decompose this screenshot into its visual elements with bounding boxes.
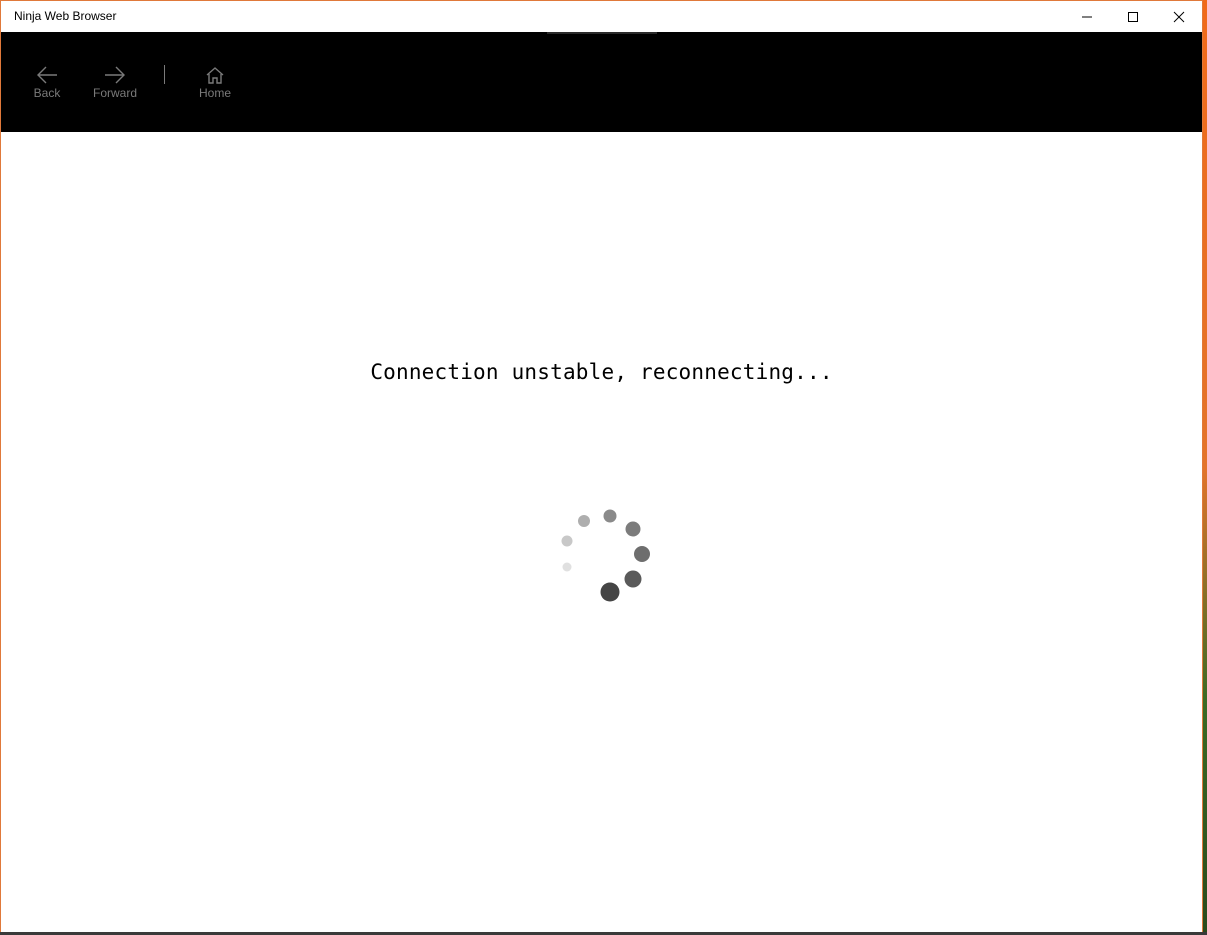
desktop-background-edge [1203, 0, 1207, 935]
spinner-dot [561, 535, 573, 547]
forward-button[interactable]: Forward [87, 56, 143, 116]
window-title: Ninja Web Browser [14, 9, 117, 23]
browser-window: Ninja Web Browser Back Forward Home Conn… [0, 0, 1203, 933]
page-content: Connection unstable, reconnecting... [1, 132, 1202, 932]
spinner-dot [603, 509, 617, 523]
close-button[interactable] [1156, 1, 1202, 32]
home-button[interactable]: Home [191, 56, 239, 116]
title-bar[interactable]: Ninja Web Browser [1, 1, 1202, 32]
spinner-dot [634, 546, 650, 562]
home-label: Home [198, 86, 231, 100]
arrow-left-icon [37, 66, 57, 84]
status-message: Connection unstable, reconnecting... [370, 360, 833, 384]
minimize-button[interactable] [1064, 1, 1110, 32]
app-bar-separator [164, 65, 165, 84]
loading-spinner-icon [561, 509, 650, 602]
forward-label: Forward [92, 86, 137, 100]
maximize-icon [1128, 12, 1138, 22]
minimize-icon [1082, 16, 1092, 18]
spinner-dot [578, 515, 590, 527]
spinner-dot [600, 582, 620, 602]
arrow-right-icon [105, 66, 125, 84]
maximize-button[interactable] [1110, 1, 1156, 32]
back-label: Back [33, 86, 61, 100]
app-bar: Back Forward Home [1, 32, 1202, 132]
spinner-dot [624, 570, 642, 588]
close-icon [1173, 11, 1185, 23]
spinner-dot [562, 562, 572, 572]
back-button[interactable]: Back [23, 56, 71, 116]
home-icon [206, 67, 224, 84]
app-bar-handle[interactable] [547, 32, 657, 34]
spinner-dot [625, 521, 641, 537]
